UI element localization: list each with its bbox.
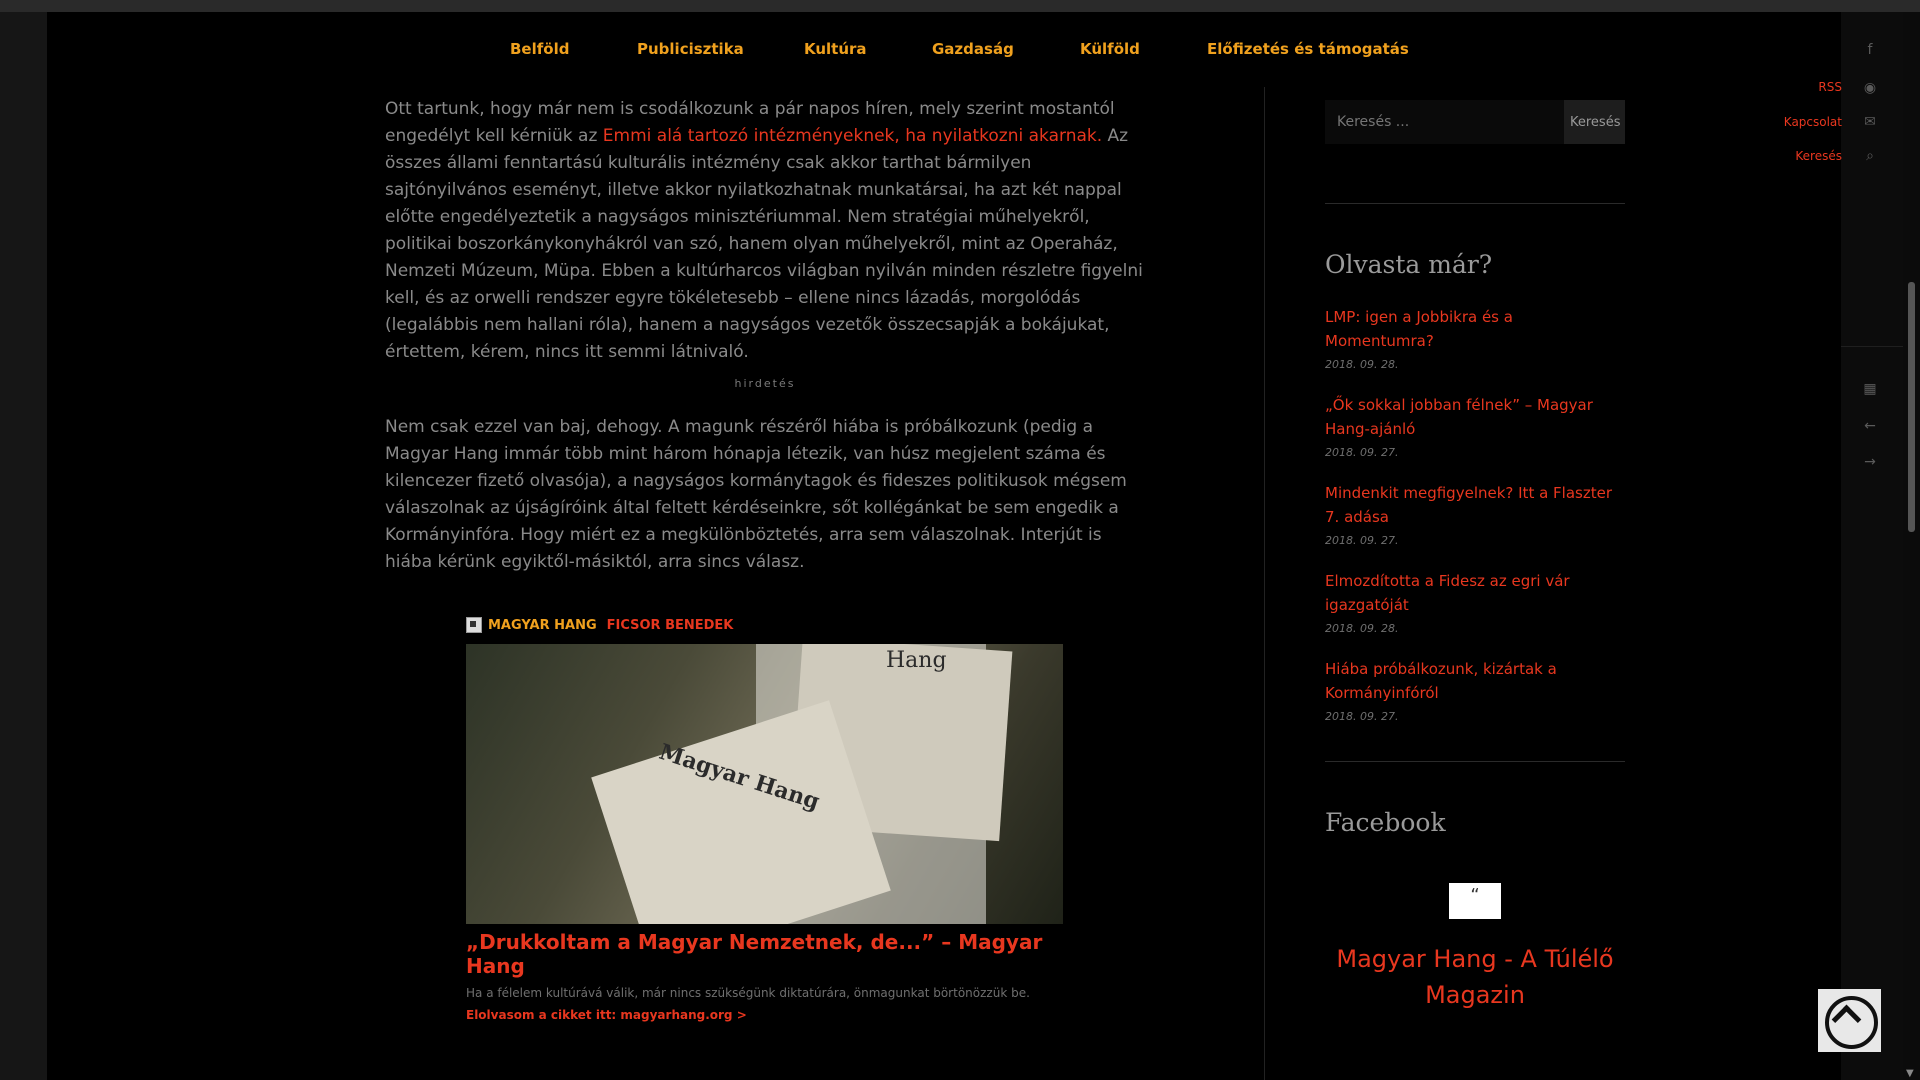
top-bar (0, 0, 1920, 12)
list-item: Mindenkit megfigyelnek? Itt a Flaszter 7… (1325, 481, 1625, 547)
left-gutter (0, 12, 47, 1080)
list-item: LMP: igen a Jobbikra és a Momentumra? 20… (1325, 305, 1625, 371)
link-preview-card[interactable]: MAGYAR HANG FICSOR BENEDEK Magyar Hang H… (466, 614, 1064, 1022)
card-meta: MAGYAR HANG FICSOR BENEDEK (466, 614, 1064, 636)
mail-icon[interactable]: ✉ (1862, 114, 1878, 130)
scrollbar-track[interactable] (1903, 12, 1920, 1080)
search-input[interactable] (1325, 100, 1564, 144)
post-date: 2018. 09. 27. (1325, 710, 1399, 723)
post-link[interactable]: Mindenkit megfigyelnek? Itt a Flaszter 7… (1325, 481, 1625, 529)
post-date: 2018. 09. 27. (1325, 534, 1399, 547)
right-toolbar (1841, 12, 1903, 1080)
back-to-top-button[interactable] (1818, 989, 1881, 1052)
scrollbar-thumb[interactable] (1908, 282, 1915, 532)
card-description: Ha a félelem kultúrává válik, már nincs … (466, 986, 1030, 1000)
article-body-2: Nem csak ezzel van baj, dehogy. A magunk… (385, 414, 1145, 576)
nav-item-elofizetes[interactable]: Előfizetés és támogatás (1207, 40, 1409, 58)
nav-item-gazdasag[interactable]: Gazdaság (932, 40, 1014, 58)
list-item: Hiába próbálkozunk, kizártak a Kormányin… (1325, 657, 1625, 723)
column-divider (1264, 87, 1265, 1080)
grid-icon[interactable]: ▦ (1862, 381, 1878, 397)
nav-item-belfold[interactable]: Belföld (510, 40, 569, 58)
main-nav: Belföld Publicisztika Kultúra Gazdaság K… (0, 12, 1840, 62)
divider (1325, 203, 1625, 204)
search-icon[interactable]: ⌕ (1862, 148, 1878, 164)
facebook-icon[interactable]: f (1862, 42, 1878, 58)
divider (1325, 761, 1625, 762)
post-link[interactable]: „Ők sokkal jobban félnek” – Magyar Hang-… (1325, 393, 1625, 441)
article-body: Ott tartunk, hogy már nem is csodálkozun… (385, 96, 1145, 366)
card-read-link[interactable]: Elolvasom a cikket itt: magyarhang.org > (466, 1008, 1064, 1022)
rss-icon[interactable]: ◉ (1862, 80, 1878, 96)
arrow-left-icon[interactable]: ← (1862, 418, 1878, 434)
paragraph-text: Az összes állami fenntartású kulturális … (385, 126, 1143, 362)
post-link[interactable]: LMP: igen a Jobbikra és a Momentumra? (1325, 305, 1625, 353)
nav-item-kultura[interactable]: Kultúra (804, 40, 867, 58)
newspaper-masthead-2: Hang (886, 648, 947, 673)
facebook-page-link[interactable]: Magyar Hang - A Túlélő Magazin (1325, 941, 1625, 1013)
card-image[interactable]: Magyar Hang Hang (466, 644, 1063, 924)
post-date: 2018. 09. 28. (1325, 622, 1399, 635)
article-paragraph: Ott tartunk, hogy már nem is csodálkozun… (385, 96, 1145, 366)
sidebar: Keresés Olvasta már? LMP: igen a Jobbikr… (1325, 100, 1625, 1013)
recent-posts-list: LMP: igen a Jobbikra és a Momentumra? 20… (1325, 305, 1625, 723)
emmi-link[interactable]: Emmi alá tartozó intézményeknek, ha nyil… (603, 126, 1102, 146)
read-already-title: Olvasta már? (1325, 250, 1493, 279)
scroll-down-icon[interactable]: ▼ (1906, 1068, 1914, 1079)
facebook-quote-icon: “ (1449, 883, 1501, 919)
card-author[interactable]: FICSOR BENEDEK (607, 618, 734, 633)
search-form: Keresés (1325, 100, 1625, 144)
post-link[interactable]: Elmozdította a Fidesz az egri vár igazga… (1325, 569, 1625, 617)
search-button[interactable]: Keresés (1564, 100, 1625, 144)
list-item: „Ők sokkal jobban félnek” – Magyar Hang-… (1325, 393, 1625, 459)
rss-link[interactable]: RSS (1818, 80, 1842, 94)
card-site-name[interactable]: MAGYAR HANG (488, 618, 597, 633)
nav-item-publicisztika[interactable]: Publicisztika (637, 40, 744, 58)
nav-item-kulfold[interactable]: Külföld (1080, 40, 1140, 58)
post-date: 2018. 09. 28. (1325, 358, 1399, 371)
site-logo-icon (466, 617, 482, 633)
arrow-right-icon[interactable]: → (1862, 454, 1878, 470)
ad-label: hirdetés (734, 377, 796, 390)
list-item: Elmozdította a Fidesz az egri vár igazga… (1325, 569, 1625, 635)
card-title[interactable]: „Drukkoltam a Magyar Nemzetnek, de...” –… (466, 930, 1064, 978)
facebook-title: Facebook (1325, 808, 1446, 837)
post-date: 2018. 09. 27. (1325, 446, 1399, 459)
contact-link[interactable]: Kapcsolat (1784, 115, 1842, 129)
post-link[interactable]: Hiába próbálkozunk, kizártak a Kormányin… (1325, 657, 1625, 705)
article-paragraph: Nem csak ezzel van baj, dehogy. A magunk… (385, 417, 1127, 572)
search-link[interactable]: Keresés (1795, 149, 1842, 163)
toolbar-divider (1841, 346, 1903, 347)
